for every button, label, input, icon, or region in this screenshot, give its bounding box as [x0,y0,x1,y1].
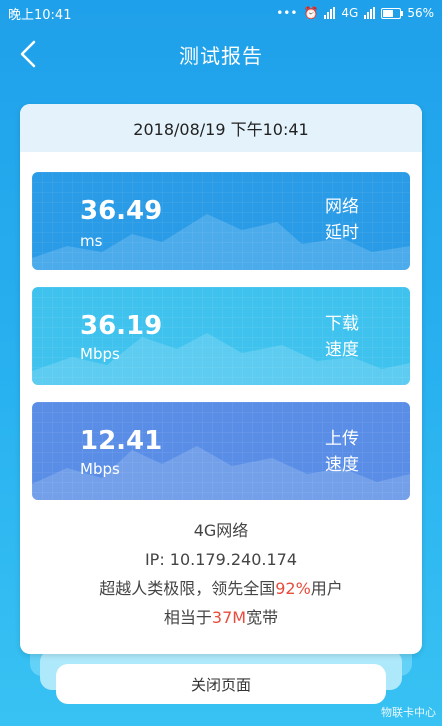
rank-prefix: 超越人类极限，领先全国 [99,579,276,598]
equiv-bandwidth: 37M [211,608,247,627]
battery-percent: 56% [407,6,434,20]
download-label: 下载速度 [325,314,359,360]
status-icons: ••• ⏰ 4G 56% [276,6,434,20]
status-time: 晚上10:41 [8,7,72,23]
network-type-text: 4G网络 [193,521,249,540]
upload-panel: 12.41 Mbps 上传速度 [32,402,410,500]
report-datetime: 2018/08/19 下午10:41 [20,104,422,152]
rank-suffix: 用户 [310,579,343,598]
close-page-button[interactable]: 关闭页面 [56,664,386,704]
status-bar: 晚上10:41 ••• ⏰ 4G 56% [0,0,442,26]
upload-label: 上传速度 [325,429,359,475]
latency-value: 36.49 [80,196,163,226]
upload-unit: Mbps [80,460,120,478]
download-unit: Mbps [80,345,120,363]
report-card: 2018/08/19 下午10:41 36.49 ms 网络延时 36.19 M… [20,104,422,654]
upload-value: 12.41 [80,426,163,456]
equiv-prefix: 相当于 [163,608,212,627]
alarm-icon: ⏰ [303,6,319,20]
rank-text: 超越人类极限，领先全国92%用户 [20,574,422,603]
more-dots-icon: ••• [276,6,298,20]
page-title: 测试报告 [179,43,263,68]
ip-address: IP: 10.179.240.174 [144,550,298,569]
equivalent-text: 相当于37M宽带 [20,603,422,632]
watermark: 物联卡中心 [381,706,436,719]
equiv-suffix: 宽带 [246,608,279,627]
download-panel: 36.19 Mbps 下载速度 [32,287,410,385]
download-value: 36.19 [80,311,163,341]
signal-strength-icon [364,7,376,19]
nav-bar: 测试报告 [0,26,442,82]
latency-label: 网络延时 [325,197,359,243]
battery-icon [381,7,404,19]
latency-unit: ms [80,232,103,250]
latency-panel: 36.49 ms 网络延时 [32,172,410,270]
chevron-left-icon [20,40,36,68]
network-type: 4G [341,6,359,20]
rank-percent: 92% [275,579,311,598]
summary: 4G网络 IP: 10.179.240.174 超越人类极限，领先全国92%用户… [20,516,422,632]
back-button[interactable] [14,36,46,72]
signal-icon [324,7,336,19]
